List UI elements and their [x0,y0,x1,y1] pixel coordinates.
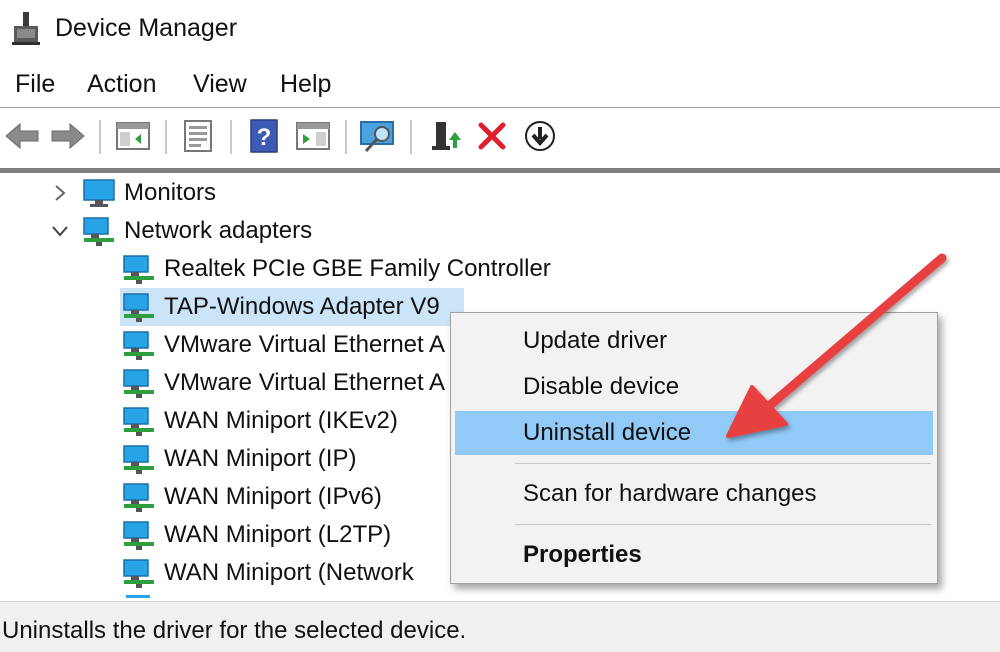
run-icon[interactable] [293,117,333,155]
show-hide-console-tree-icon[interactable] [113,117,153,155]
status-bar: Uninstalls the driver for the selected d… [0,601,1000,652]
title-bar: Device Manager [0,0,1000,60]
scan-hardware-icon[interactable] [358,117,398,155]
chevron-down-icon[interactable] [50,221,70,241]
tree-category-label: Network adapters [124,217,313,244]
tree-category-label: Monitors [124,179,217,206]
chevron-right-icon[interactable] [50,183,70,203]
network-adapter-icon [123,445,154,474]
tree-device-item[interactable]: VMware Virtual Ethernet A [122,326,445,364]
menu-view[interactable]: View [193,68,247,101]
help-icon[interactable]: ? [244,117,284,155]
tree-device-label: TAP-Windows Adapter V9 [164,293,440,320]
tree-device-label: WAN Miniport (IKEv2) [164,407,398,434]
tree-device-item[interactable]: WAN Miniport (IPv6) [122,478,382,516]
status-text: Uninstalls the driver for the selected d… [2,617,467,644]
toolbar-separator [165,120,167,154]
tree-device-label: WAN Miniport (Network [164,559,414,586]
network-adapter-icon [123,521,154,550]
network-adapter-icon [126,595,150,598]
menu-file[interactable]: File [15,68,55,101]
toolbar-separator [345,120,347,154]
tree-device-item[interactable]: WAN Miniport (Network [122,554,414,592]
tree-device-item[interactable]: WAN Miniport (IKEv2) [122,402,398,440]
toolbar-separator [410,120,412,154]
window-title: Device Manager [55,14,238,42]
update-driver-icon[interactable] [425,117,465,155]
menu-bar: File Action View Help [0,62,1000,106]
context-menu: Update driver Disable device Uninstall d… [450,312,938,584]
network-adapter-icon [123,483,154,512]
tree-device-label: VMware Virtual Ethernet A [164,331,446,358]
device-manager-icon [12,12,40,45]
network-adapter-icon [123,255,154,284]
menu-help[interactable]: Help [280,68,331,101]
menu-separator [515,463,931,464]
toolbar: ? [0,110,1000,160]
disable-device-menu-item[interactable]: Disable device [455,365,933,409]
tree-device-item[interactable]: WAN Miniport (IP) [122,440,356,478]
svg-text:?: ? [257,124,272,151]
uninstall-device-menu-item[interactable]: Uninstall device [455,411,933,455]
update-driver-menu-item[interactable]: Update driver [455,319,933,363]
back-arrow-icon[interactable] [2,117,42,155]
tree-category-monitors[interactable]: Monitors [82,174,216,212]
forward-arrow-icon[interactable] [48,117,88,155]
tree-device-item[interactable]: WAN Miniport (L2TP) [122,516,391,554]
network-adapter-icon [123,407,154,436]
tree-device-label: Realtek PCIe GBE Family Controller [164,255,551,282]
scan-hardware-changes-menu-item[interactable]: Scan for hardware changes [455,472,933,516]
tree-device-label: WAN Miniport (IP) [164,445,357,472]
menu-separator [515,524,931,525]
tree-category-network-adapters[interactable]: Network adapters [82,212,312,250]
tree-device-item[interactable]: VMware Virtual Ethernet A [122,364,445,402]
monitor-icon [83,179,115,207]
network-adapter-icon [123,369,154,398]
uninstall-x-icon[interactable] [472,117,512,155]
network-adapter-icon [123,559,154,588]
network-adapter-icon [123,331,154,360]
toolbar-divider [0,107,1000,108]
tree-device-label: WAN Miniport (IPv6) [164,483,382,510]
properties-icon[interactable] [178,117,218,155]
properties-menu-item[interactable]: Properties [455,533,933,577]
tree-device-label: VMware Virtual Ethernet A [164,369,446,396]
toolbar-separator [230,120,232,154]
tree-device-item-selected[interactable]: TAP-Windows Adapter V9 [120,288,464,326]
network-adapter-icon [123,293,154,322]
tree-device-label: WAN Miniport (L2TP) [164,521,392,548]
network-adapter-icon [83,217,114,246]
menu-action[interactable]: Action [87,68,156,101]
toolbar-separator [99,120,101,154]
download-arrow-icon[interactable] [520,117,560,155]
tree-device-item[interactable]: Realtek PCIe GBE Family Controller [122,250,551,288]
